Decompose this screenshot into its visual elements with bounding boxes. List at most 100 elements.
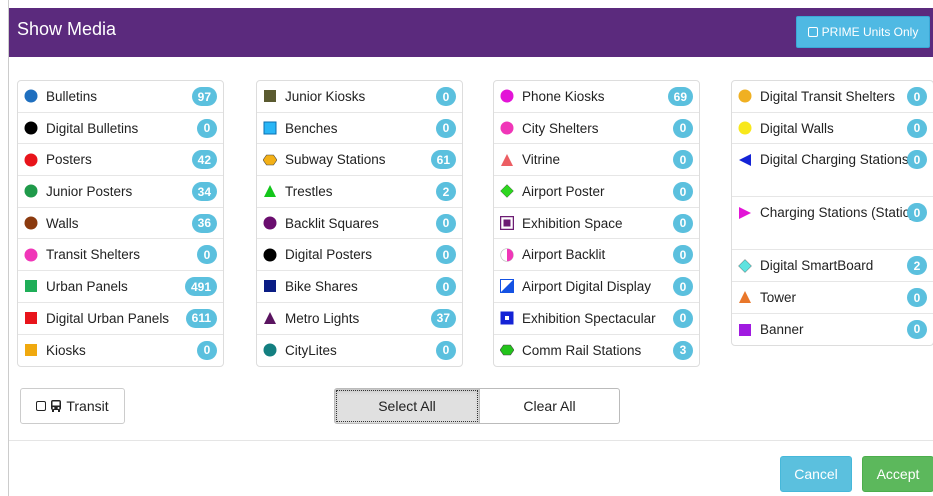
media-item-benches[interactable]: Benches 0 xyxy=(257,113,462,145)
square-icon xyxy=(263,121,277,135)
media-item-label: Bulletins xyxy=(46,88,98,104)
dot-square-icon xyxy=(500,311,514,325)
cancel-button[interactable]: Cancel xyxy=(780,456,852,492)
circle-icon xyxy=(500,89,514,103)
media-item-junior-posters[interactable]: Junior Posters 34 xyxy=(18,176,223,208)
media-item-banner[interactable]: Banner 0 xyxy=(732,314,933,346)
media-item-junior-kiosks[interactable]: Junior Kiosks 0 xyxy=(257,81,462,113)
media-item-airport-backlit[interactable]: Airport Backlit 0 xyxy=(494,239,699,272)
media-item-digital-smartboard[interactable]: Digital SmartBoard 2 xyxy=(732,250,933,283)
half-circle-icon xyxy=(500,248,514,262)
hexagon-icon xyxy=(499,343,515,357)
circle-icon xyxy=(263,248,277,262)
count-badge: 0 xyxy=(197,245,217,265)
count-badge: 0 xyxy=(436,245,456,265)
count-badge: 0 xyxy=(436,213,456,233)
select-all-button[interactable]: Select All xyxy=(334,388,480,424)
count-badge: 0 xyxy=(673,277,693,297)
media-item-label: Digital Posters xyxy=(285,247,373,263)
media-item-tower[interactable]: Tower 0 xyxy=(732,282,933,314)
media-item-phone-kiosks[interactable]: Phone Kiosks 69 xyxy=(494,81,699,113)
count-badge: 0 xyxy=(907,87,927,106)
media-item-citylites[interactable]: CityLites 0 xyxy=(257,335,462,367)
media-item-urban-panels[interactable]: Urban Panels 491 xyxy=(18,271,223,303)
count-badge: 0 xyxy=(436,118,456,138)
circle-icon xyxy=(24,121,38,135)
triangle-icon xyxy=(500,153,514,167)
media-item-label: Banner xyxy=(760,322,804,338)
media-item-label: Airport Digital Display xyxy=(522,278,652,294)
count-badge: 0 xyxy=(436,340,456,360)
media-item-label: Airport Poster xyxy=(522,183,605,199)
media-item-exhibition-space[interactable]: Exhibition Space 0 xyxy=(494,208,699,240)
square-icon xyxy=(738,323,752,337)
media-item-label: Bike Shares xyxy=(285,278,358,294)
checkbox-icon xyxy=(807,27,818,37)
media-item-transit-shelters[interactable]: Transit Shelters 0 xyxy=(18,239,223,272)
media-item-backlit-squares[interactable]: Backlit Squares 0 xyxy=(257,208,462,240)
media-item-label: Comm Rail Stations xyxy=(522,342,642,358)
count-badge: 0 xyxy=(673,213,693,233)
media-item-walls[interactable]: Walls 36 xyxy=(18,208,223,240)
media-item-label: Charging Stations (Static) xyxy=(760,205,914,221)
media-item-label: Walls xyxy=(46,215,79,231)
circle-icon xyxy=(24,184,38,198)
media-item-kiosks[interactable]: Kiosks 0 xyxy=(18,335,223,367)
count-badge: 0 xyxy=(673,245,693,265)
media-item-digital-posters[interactable]: Digital Posters 0 xyxy=(257,239,462,272)
media-list-column-2: Junior Kiosks 0 Benches 0 Subway Stations 61 T… xyxy=(256,80,463,368)
count-badge: 37 xyxy=(430,308,456,328)
media-item-charging-stations-static[interactable]: Charging Stations (Static) 0 xyxy=(732,197,933,251)
square-icon xyxy=(263,279,277,293)
accept-button[interactable]: Accept xyxy=(862,456,933,492)
media-item-digital-transit-shelters[interactable]: Digital Transit Shelters 0 xyxy=(732,81,933,113)
transit-toggle-button[interactable]: Transit xyxy=(20,388,125,424)
media-item-label: Trestles xyxy=(285,183,333,199)
media-item-label: Junior Posters xyxy=(46,183,133,199)
media-item-trestles[interactable]: Trestles 2 xyxy=(257,176,462,208)
square-icon xyxy=(24,279,38,293)
media-item-exhibition-spectacular[interactable]: Exhibition Spectacular 0 xyxy=(494,303,699,335)
clear-all-button[interactable]: Clear All xyxy=(479,388,620,424)
media-item-label: CityLites xyxy=(285,342,337,358)
framed-square-icon xyxy=(499,215,515,231)
media-item-metro-lights[interactable]: Metro Lights 37 xyxy=(257,303,462,335)
count-badge: 97 xyxy=(191,87,217,106)
circle-icon xyxy=(24,216,38,230)
media-item-bike-shares[interactable]: Bike Shares 0 xyxy=(257,271,462,303)
circle-icon xyxy=(263,343,277,357)
media-item-label: Metro Lights xyxy=(285,310,360,326)
media-item-label: Digital Bulletins xyxy=(46,120,139,136)
media-item-digital-bulletins[interactable]: Digital Bulletins 0 xyxy=(18,113,223,145)
media-item-posters[interactable]: Posters 42 xyxy=(18,144,223,177)
count-badge: 69 xyxy=(667,87,693,106)
dialog-title: Show Media xyxy=(17,19,117,39)
count-badge: 611 xyxy=(185,308,217,328)
media-item-airport-digital-display[interactable]: Airport Digital Display 0 xyxy=(494,271,699,303)
count-badge: 0 xyxy=(436,277,456,297)
media-item-bulletins[interactable]: Bulletins 97 xyxy=(18,81,223,113)
prime-units-only-button[interactable]: PRIME Units Only xyxy=(796,16,930,48)
circle-icon xyxy=(24,248,38,262)
count-badge: 491 xyxy=(184,277,217,297)
media-item-airport-poster[interactable]: Airport Poster 0 xyxy=(494,176,699,208)
media-item-subway-stations[interactable]: Subway Stations 61 xyxy=(257,144,462,177)
count-badge: 34 xyxy=(191,182,217,202)
count-badge: 0 xyxy=(673,118,693,138)
media-item-comm-rail-stations[interactable]: Comm Rail Stations 3 xyxy=(494,335,699,367)
triangle-right-icon xyxy=(738,206,752,220)
media-item-digital-walls[interactable]: Digital Walls 0 xyxy=(732,113,933,145)
media-item-digital-charging-stations[interactable]: Digital Charging Stations 0 xyxy=(732,144,933,198)
count-badge: 0 xyxy=(436,87,456,106)
circle-icon xyxy=(500,121,514,135)
square-icon xyxy=(24,311,38,325)
media-item-vitrine[interactable]: Vitrine 0 xyxy=(494,144,699,177)
media-item-city-shelters[interactable]: City Shelters 0 xyxy=(494,113,699,145)
circle-icon xyxy=(263,216,277,230)
media-item-label: City Shelters xyxy=(522,120,599,136)
circle-icon xyxy=(24,153,38,167)
media-item-label: Vitrine xyxy=(522,152,561,168)
count-badge: 2 xyxy=(436,182,456,202)
media-item-digital-urban-panels[interactable]: Digital Urban Panels 611 xyxy=(18,303,223,335)
circle-icon xyxy=(738,89,752,103)
